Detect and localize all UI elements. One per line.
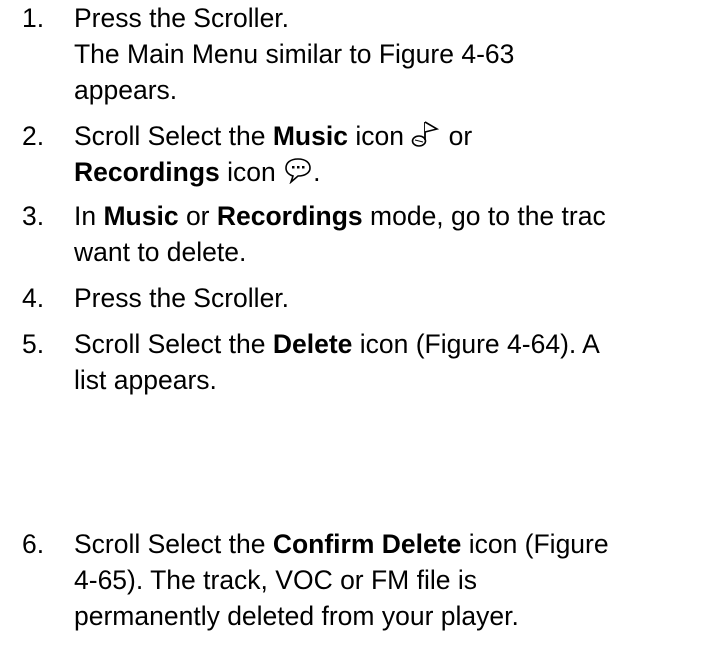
step-line: Scroll Select the Music icon or [74, 118, 714, 154]
step-line: list appears. [74, 365, 217, 395]
step-number: 4. [22, 283, 45, 313]
bold-term: Confirm Delete [272, 529, 462, 559]
step-line: Press the Scroller. [74, 283, 290, 313]
step-number: 3. [22, 201, 45, 231]
step-text: Scroll Select the Music icon or Recordin… [74, 118, 714, 190]
text-run: icon (Figure [461, 529, 609, 559]
step-line: Press the Scroller. [74, 3, 290, 33]
step-number: 5. [22, 329, 45, 359]
step-number: 6. [22, 529, 45, 559]
bold-term: Music [103, 201, 179, 231]
step-line: Scroll Select the Delete icon (Figure 4-… [74, 326, 714, 362]
text-run: icon [219, 157, 284, 187]
bold-term: Recordings [216, 201, 363, 231]
music-note-icon [411, 120, 441, 157]
text-run: icon [347, 121, 412, 151]
text-run: Scroll Select the [74, 529, 273, 559]
step-text: Scroll Select the Delete icon (Figure 4-… [74, 326, 714, 398]
step-text: Press the Scroller. The Main Menu simila… [74, 0, 714, 108]
step-line: 4-65). The track, VOC or FM file is [74, 565, 477, 595]
speech-bubble-icon [283, 156, 313, 193]
bold-term: Recordings [74, 157, 220, 187]
step-line: want to delete. [74, 237, 247, 267]
step-line: appears. [74, 75, 178, 105]
text-run: Scroll Select the [74, 329, 273, 359]
step-text: Scroll Select the Confirm Delete icon (F… [74, 526, 714, 634]
text-run: or [178, 201, 217, 231]
text-run: Scroll Select the [74, 121, 273, 151]
step-line: permanently deleted from your player. [74, 601, 519, 631]
step-text: In Music or Recordings mode, go to the t… [74, 198, 714, 270]
text-run: In [74, 201, 104, 231]
bold-term: Delete [272, 329, 353, 359]
step-line: The Main Menu similar to Figure 4-63 [74, 39, 515, 69]
text-run: . [313, 157, 321, 187]
text-run: icon (Figure 4-64). A [352, 329, 600, 359]
bold-term: Music [272, 121, 348, 151]
text-run: mode, go to the trac [362, 201, 606, 231]
step-line: In Music or Recordings mode, go to the t… [74, 198, 714, 234]
step-number: 1. [22, 3, 45, 33]
step-line: Recordings icon . [74, 154, 714, 190]
step-line: Scroll Select the Confirm Delete icon (F… [74, 526, 714, 562]
step-number: 2. [22, 121, 45, 151]
step-text: Press the Scroller. [74, 280, 714, 316]
text-run: or [441, 121, 473, 151]
